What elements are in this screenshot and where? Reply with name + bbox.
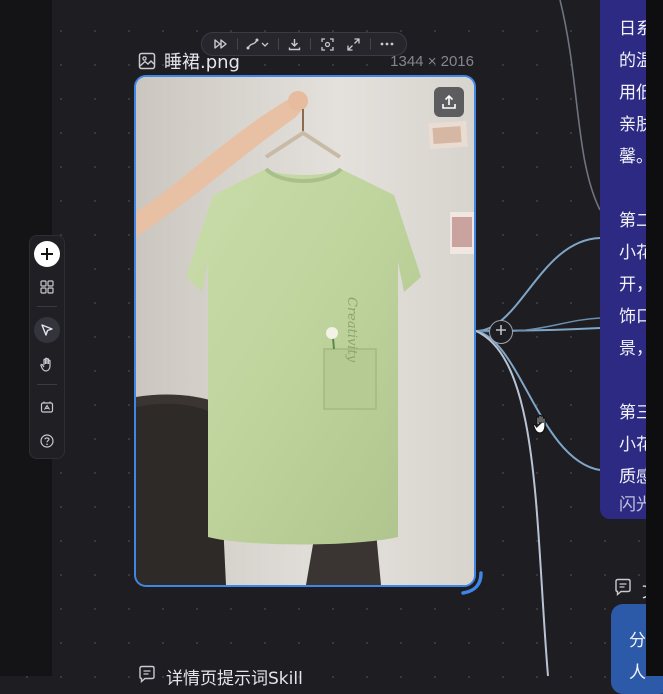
help-icon[interactable] <box>34 428 60 454</box>
toolbar-divider <box>310 38 312 50</box>
notes-icon <box>138 665 156 688</box>
skill-node-header: 详情页提示词Skill <box>138 664 303 689</box>
toolbar-divider <box>277 38 279 50</box>
plus-icon <box>495 323 507 341</box>
notes-icon <box>614 578 632 601</box>
skill-node-title[interactable]: 详情页提示词Skill <box>166 664 303 689</box>
image-dimensions: 1344 × 2016 <box>390 52 474 70</box>
translate-icon[interactable] <box>34 394 60 420</box>
upload-button[interactable] <box>434 87 464 117</box>
grab-cursor-icon <box>532 414 546 434</box>
select-cursor-icon[interactable] <box>34 317 60 343</box>
right-panel-edge <box>646 0 663 676</box>
nightdress-photo: Creativity <box>136 77 474 585</box>
canvas-toolbar <box>29 235 65 459</box>
upload-icon <box>441 94 457 110</box>
add-connection-button[interactable] <box>489 320 513 344</box>
toolbar-divider <box>37 306 57 307</box>
toolbar-divider <box>37 384 57 385</box>
toolbar-divider <box>369 38 371 50</box>
hand-icon[interactable] <box>34 351 60 377</box>
image-node-header: 睡裙.png 1344 × 2016 <box>138 48 474 74</box>
resize-handle[interactable] <box>459 571 483 595</box>
dress-print-text: Creativity <box>344 297 359 363</box>
text-line: 人 <box>629 663 646 683</box>
grid-icon[interactable] <box>34 274 60 300</box>
image-node-card[interactable]: Creativity <box>134 75 476 587</box>
image-icon <box>138 52 156 70</box>
text-line: 分 <box>629 631 646 651</box>
add-icon[interactable] <box>34 241 60 267</box>
image-filename[interactable]: 睡裙.png <box>164 48 240 74</box>
